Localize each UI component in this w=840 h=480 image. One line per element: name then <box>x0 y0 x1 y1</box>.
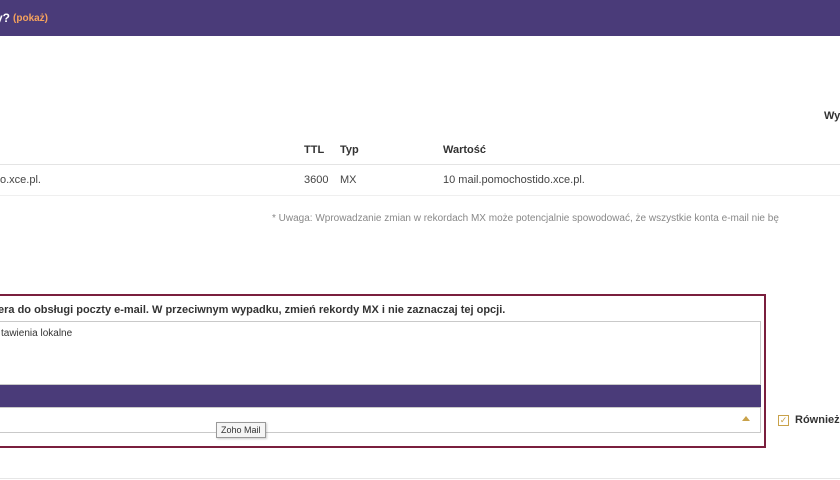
column-header-ttl: TTL <box>304 144 325 156</box>
chevron-up-icon[interactable] <box>742 416 750 421</box>
also-checkbox[interactable]: ✓ <box>778 414 789 426</box>
header-title: y? <box>0 11 11 25</box>
record-value: 10 mail.pomochostido.xce.pl. <box>443 174 585 186</box>
mail-settings-value: tawienia lokalne <box>1 328 73 339</box>
table-divider <box>0 195 840 196</box>
header-bar: y? (pokaż) <box>0 0 840 36</box>
show-link[interactable]: (pokaż) <box>13 13 48 24</box>
email-instruction: era do obsługi poczty e-mail. W przeciwn… <box>0 304 506 316</box>
record-name: o.xce.pl. <box>0 174 41 186</box>
mail-provider-select[interactable] <box>0 407 761 433</box>
record-ttl: 3600 <box>304 174 329 186</box>
email-server-section: era do obsługi poczty e-mail. W przeciwn… <box>0 294 766 448</box>
provider-tooltip: Zoho Mail <box>216 422 266 438</box>
record-type: MX <box>340 174 357 186</box>
column-header-wartosc: Wartość <box>443 144 486 156</box>
check-icon: ✓ <box>779 414 788 425</box>
dropdown-highlight-bar[interactable] <box>0 385 761 407</box>
mail-settings-field[interactable]: tawienia lokalne <box>0 321 761 385</box>
also-checkbox-label: Również <box>795 414 840 426</box>
mx-warning-note: * Uwaga: Wprowadzanie zmian w rekordach … <box>272 213 779 224</box>
top-right-label: Wy <box>824 110 840 122</box>
table-divider <box>0 164 840 165</box>
also-option[interactable]: ✓ Również <box>778 414 840 426</box>
bottom-divider <box>0 478 840 479</box>
column-header-typ: Typ <box>340 144 359 156</box>
